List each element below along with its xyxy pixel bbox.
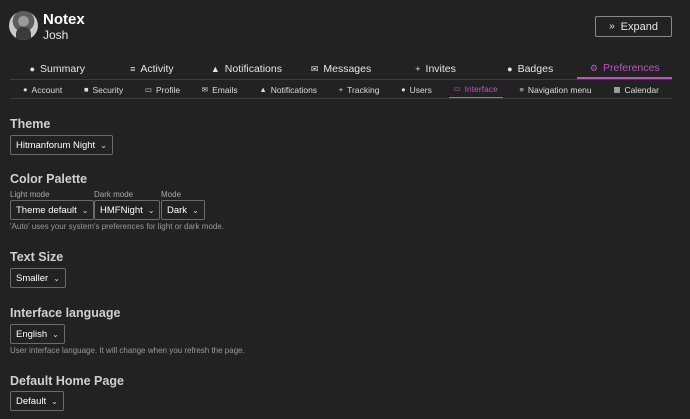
tab-label: Activity	[140, 63, 174, 75]
user-icon: ●	[23, 84, 28, 94]
calendar-icon: ▦	[613, 84, 621, 94]
user-plus-icon: +	[415, 63, 421, 74]
id-card-icon: ▭	[144, 84, 152, 94]
gear-icon: ⚙	[589, 62, 598, 73]
text-size-value: Smaller	[16, 272, 49, 284]
avatar[interactable]	[9, 11, 38, 40]
chevron-down-icon: ⌄	[53, 273, 60, 283]
list-icon: ≡	[130, 63, 136, 74]
users-icon: ●	[401, 84, 406, 94]
user-icon: ●	[29, 63, 36, 74]
subtab-security[interactable]: ■ Security	[79, 81, 128, 98]
chevron-down-icon: ⌄	[100, 140, 107, 150]
theme-select[interactable]: Hitmanforum Night ⌄	[10, 135, 113, 155]
subtab-label: Interface	[464, 84, 498, 94]
tab-badges[interactable]: ● Badges	[483, 59, 578, 79]
tab-label: Badges	[517, 63, 554, 75]
subtab-label: Navigation menu	[527, 84, 592, 95]
text-size-select[interactable]: Smaller ⌄	[10, 268, 66, 288]
tab-label: Preferences	[602, 62, 660, 74]
subtab-label: Profile	[156, 84, 181, 95]
envelope-icon: ✉	[310, 63, 319, 74]
default-home-page-value: Default	[16, 395, 47, 407]
user-header: Notex Josh » Expand	[0, 0, 690, 52]
preferences-sub-nav: ● Account ■ Security ▭ Profile ✉ Emails …	[10, 81, 672, 99]
tab-label: Messages	[323, 63, 372, 75]
subtab-notifications[interactable]: ▲ Notifications	[254, 81, 322, 98]
user-display-name: Notex	[43, 11, 85, 28]
interface-language-heading: Interface language	[10, 306, 121, 320]
username: Josh	[43, 28, 69, 42]
lock-icon: ■	[83, 84, 89, 94]
tab-activity[interactable]: ≡ Activity	[105, 59, 200, 79]
interface-language-helper: User interface language. It will change …	[10, 346, 245, 355]
mode-select[interactable]: Dark ⌄	[161, 200, 205, 220]
badge-icon: ●	[507, 63, 513, 74]
chevron-down-icon: ⌄	[51, 396, 58, 406]
mode-label: Mode	[161, 190, 182, 199]
chevrons-down-icon: »	[609, 20, 615, 32]
text-size-heading: Text Size	[10, 250, 64, 264]
envelope-icon: ✉	[201, 84, 209, 94]
chevron-down-icon: ⌄	[81, 205, 89, 215]
color-palette-helper: 'Auto' uses your system's preferences fo…	[10, 222, 225, 231]
chevron-down-icon: ⌄	[192, 205, 199, 215]
color-palette-heading: Color Palette	[10, 172, 88, 186]
default-home-page-select[interactable]: Default ⌄	[10, 391, 64, 411]
tab-preferences[interactable]: ⚙ Preferences	[577, 59, 673, 79]
expand-label: Expand	[620, 20, 658, 33]
bars-icon: ≡	[519, 84, 524, 94]
subtab-label: Emails	[212, 84, 238, 95]
mode-value: Dark	[167, 204, 188, 216]
default-home-page-heading: Default Home Page	[10, 374, 124, 388]
tab-notifications[interactable]: ▲ Notifications	[199, 59, 294, 79]
chevron-down-icon: ⌄	[147, 205, 155, 215]
tab-messages[interactable]: ✉ Messages	[294, 59, 389, 79]
subtab-account[interactable]: ● Account	[18, 81, 67, 98]
subtab-tracking[interactable]: + Tracking	[334, 81, 385, 98]
dark-mode-value: HMFNight	[100, 204, 143, 216]
subtab-label: Account	[31, 84, 63, 95]
desktop-icon: ▭	[453, 84, 461, 93]
light-mode-select[interactable]: Theme default ⌄	[10, 200, 95, 220]
tab-label: Summary	[40, 63, 85, 75]
subtab-emails[interactable]: ✉ Emails	[197, 81, 243, 98]
subtab-profile[interactable]: ▭ Profile	[140, 81, 185, 98]
theme-heading: Theme	[10, 117, 51, 131]
tab-summary[interactable]: ● Summary	[10, 59, 105, 79]
subtab-label: Tracking	[347, 84, 380, 95]
user-main-nav: ● Summary ≡ Activity ▲ Notifications ✉ M…	[10, 59, 673, 80]
light-mode-label: Light mode	[10, 190, 50, 199]
chevron-down-icon: ⌄	[52, 329, 59, 339]
plus-icon: +	[338, 84, 344, 94]
dark-mode-select[interactable]: HMFNight ⌄	[94, 200, 161, 220]
light-mode-value: Theme default	[16, 204, 77, 216]
tab-label: Notifications	[224, 63, 282, 75]
bell-icon: ▲	[259, 84, 267, 94]
subtab-label: Security	[92, 84, 124, 95]
tab-invites[interactable]: + Invites	[388, 59, 483, 79]
bell-icon: ▲	[210, 63, 220, 74]
subtab-label: Calendar	[624, 84, 659, 95]
subtab-label: Notifications	[270, 84, 318, 95]
tab-label: Invites	[425, 63, 456, 75]
interface-language-select[interactable]: English ⌄	[10, 324, 65, 344]
subtab-calendar[interactable]: ▦ Calendar	[608, 81, 664, 98]
expand-button[interactable]: » Expand	[595, 16, 672, 37]
theme-select-value: Hitmanforum Night	[16, 139, 96, 151]
dark-mode-label: Dark mode	[94, 190, 134, 199]
subtab-interface[interactable]: ▭ Interface	[448, 81, 503, 98]
interface-language-value: English	[16, 328, 48, 340]
subtab-label: Users	[409, 84, 432, 95]
subtab-navigation-menu[interactable]: ≡ Navigation menu	[514, 81, 596, 98]
subtab-users[interactable]: ● Users	[396, 81, 437, 98]
